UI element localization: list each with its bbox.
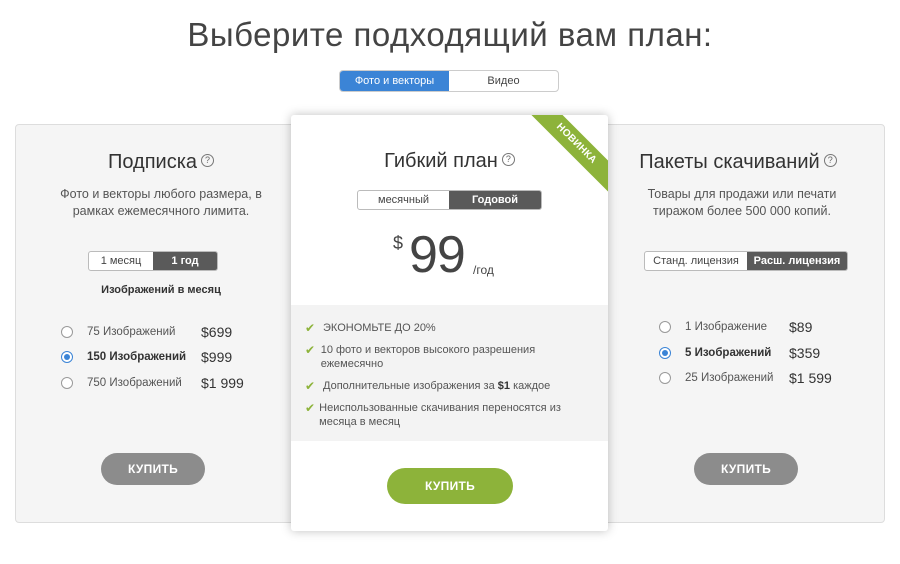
plan-price: $359 — [789, 345, 821, 361]
plan-price: $699 — [201, 324, 233, 340]
subscription-plan-750[interactable]: 750 Изображений $1 999 — [15, 373, 307, 393]
feature-item: ✔ Дополнительные изображения за $1 каждо… — [305, 379, 550, 393]
packs-plan-25[interactable]: 25 Изображений $1 599 — [592, 368, 884, 388]
price-amount: 99 — [409, 226, 466, 284]
subscription-title-text: Подписка — [107, 151, 198, 173]
license-toggle: Станд. лицензия Расш. лицензия — [644, 251, 848, 271]
radio-25[interactable] — [659, 372, 671, 384]
plan-count: 25 — [685, 372, 698, 384]
license-standard[interactable]: Станд. лицензия — [645, 252, 747, 270]
plan-unit: Изображений — [109, 377, 182, 389]
radio-75[interactable] — [61, 326, 73, 338]
flexible-title-text: Гибкий план — [384, 150, 498, 172]
feature-text: 10 фото и векторов высокого разрешения е… — [320, 344, 536, 370]
subscription-title: Подписка? — [15, 151, 307, 174]
content-type-toggle: Фото и векторы Видео — [339, 70, 559, 92]
packs-title: Пакеты скачиваний? — [592, 151, 884, 174]
subscription-period-toggle: 1 месяц 1 год — [88, 251, 218, 271]
radio-1[interactable] — [659, 321, 671, 333]
help-icon[interactable]: ? — [501, 153, 515, 167]
plan-label: 5 Изображений — [685, 347, 771, 359]
packs-description: Товары для продажи или печати тиражом бо… — [647, 187, 837, 218]
plan-label: 25 Изображений — [685, 372, 773, 384]
plan-price: $1 599 — [789, 370, 832, 386]
plan-count: 5 — [685, 347, 692, 359]
subscription-buy-button[interactable]: КУПИТЬ — [101, 453, 205, 485]
feature-item: ✔ Неиспользованные скачивания переносятс… — [305, 401, 575, 429]
packs-buy-button[interactable]: КУПИТЬ — [694, 453, 798, 485]
flexible-period-toggle: месячный Годовой — [357, 190, 542, 210]
plan-price: $1 999 — [201, 375, 244, 391]
plan-count: 75 — [87, 326, 100, 338]
plan-unit: Изображений — [694, 347, 772, 359]
per-month-label: Изображений в месяц — [101, 284, 221, 296]
price-period: /год — [473, 263, 494, 277]
check-icon: ✔ — [305, 401, 316, 415]
period-1-year[interactable]: 1 год — [153, 252, 217, 270]
plan-label: 150 Изображений — [87, 351, 186, 363]
flexible-buy-button[interactable]: КУПИТЬ — [387, 468, 513, 504]
feature-text: ЭКОНОМЬТЕ ДО 20% — [323, 322, 436, 334]
plan-count: 150 — [87, 351, 107, 363]
plan-unit: Изображение — [694, 321, 768, 333]
packs-title-text: Пакеты скачиваний — [639, 151, 820, 173]
price-currency: $ — [393, 233, 404, 253]
radio-5[interactable] — [659, 347, 671, 359]
flexible-plan-card: НОВИНКА Гибкий план? месячный Годовой $ … — [291, 115, 608, 531]
feature-bold: $1 — [497, 380, 511, 392]
plan-label: 75 Изображений — [87, 326, 175, 338]
feature-text: Дополнительные изображения за $1 каждое — [323, 379, 550, 393]
packs-plan-5[interactable]: 5 Изображений $359 — [592, 343, 884, 363]
radio-750[interactable] — [61, 377, 73, 389]
feature-item: ✔ ЭКОНОМЬТЕ ДО 20% — [305, 321, 436, 335]
period-monthly[interactable]: месячный — [358, 191, 449, 209]
plan-unit: Изображений — [109, 351, 187, 363]
tab-video[interactable]: Видео — [449, 71, 558, 91]
check-icon: ✔ — [305, 379, 316, 393]
plan-count: 750 — [87, 377, 107, 389]
flexible-title: Гибкий план? — [291, 150, 608, 173]
packs-plan-1[interactable]: 1 Изображение $89 — [592, 317, 884, 337]
help-icon[interactable]: ? — [201, 154, 215, 168]
subscription-card: Подписка? Фото и векторы любого размера,… — [15, 124, 307, 523]
subscription-description: Фото и векторы любого размера, в рамках … — [60, 187, 262, 218]
plan-unit: Изображений — [103, 326, 176, 338]
plan-count: 1 — [685, 321, 692, 333]
plan-price: $999 — [201, 349, 233, 365]
subscription-plan-75[interactable]: 75 Изображений $699 — [15, 322, 307, 342]
feature-text: Неиспользованные скачивания переносятся … — [319, 402, 561, 428]
plan-price: $89 — [789, 319, 813, 335]
plan-label: 750 Изображений — [87, 377, 182, 389]
feature-item: ✔ 10 фото и векторов высокого разрешения… — [305, 343, 565, 371]
page-title: Выберите подходящий вам план: — [187, 16, 713, 53]
radio-150[interactable] — [61, 351, 73, 363]
subscription-plan-150[interactable]: 150 Изображений $999 — [15, 347, 307, 367]
plan-label: 1 Изображение — [685, 321, 767, 333]
feature-suffix: каждое — [510, 380, 551, 392]
license-extended[interactable]: Расш. лицензия — [746, 252, 847, 270]
period-yearly[interactable]: Годовой — [449, 191, 541, 209]
period-1-month[interactable]: 1 месяц — [89, 252, 153, 270]
packs-card: Пакеты скачиваний? Товары для продажи ил… — [592, 124, 884, 523]
tab-photos-vectors[interactable]: Фото и векторы — [340, 71, 449, 91]
features-list: ✔ ЭКОНОМЬТЕ ДО 20% ✔ 10 фото и векторов … — [291, 305, 608, 441]
feature-prefix: Дополнительные изображения за — [323, 380, 498, 392]
plan-unit: Изображений — [701, 372, 774, 384]
help-icon[interactable]: ? — [823, 154, 837, 168]
check-icon: ✔ — [305, 343, 316, 357]
check-icon: ✔ — [305, 321, 316, 335]
